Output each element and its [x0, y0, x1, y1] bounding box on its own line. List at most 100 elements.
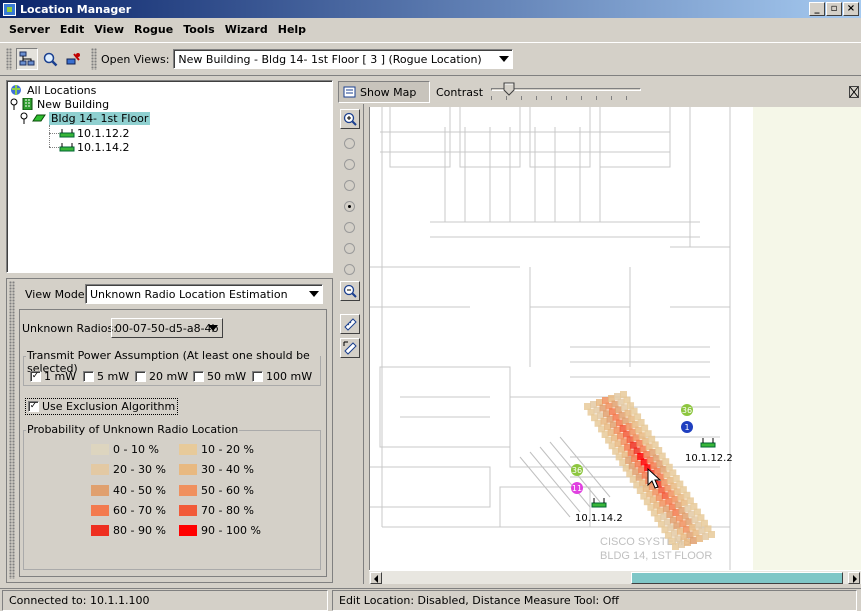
zoom-level-radio[interactable] [344, 180, 355, 191]
zoom-level-radio[interactable] [344, 222, 355, 233]
menu-wizard[interactable]: Wizard [220, 21, 273, 38]
zoom-in-button[interactable] [340, 109, 360, 129]
menu-tools[interactable]: Tools [178, 21, 219, 38]
legend-label: 50 - 60 % [201, 484, 254, 497]
search-button[interactable] [39, 48, 61, 70]
rogue-marker[interactable]: 36 [681, 404, 693, 416]
checkbox[interactable] [135, 371, 146, 382]
tree-node-building[interactable]: New Building [10, 97, 109, 111]
power-label: 100 mW [266, 370, 313, 383]
status-bar: Connected to: 10.1.1.100 Edit Location: … [0, 588, 861, 611]
menu-edit[interactable]: Edit [55, 21, 89, 38]
measure-tool-button[interactable] [340, 314, 360, 334]
legend-label: 30 - 40 % [201, 463, 254, 476]
zoom-level-radio[interactable] [344, 243, 355, 254]
toolbar: Open Views: New Building - Bldg 14- 1st … [0, 42, 861, 76]
scroll-left-button[interactable] [370, 572, 382, 584]
probability-legend-title: Probability of Unknown Radio Location [26, 423, 240, 436]
zoom-level-radio[interactable] [344, 201, 355, 212]
legend-label: 70 - 80 % [201, 504, 254, 517]
ruler-icon [344, 318, 357, 331]
map-watermark-line: BLDG 14, 1ST FLOOR [600, 550, 712, 562]
zoom-level-radio[interactable] [344, 159, 355, 170]
svg-text:11: 11 [572, 484, 582, 493]
location-tree: All Locations New Building Bldg 14- 1st … [6, 80, 333, 273]
tree-node-all-locations[interactable]: All Locations [10, 83, 96, 97]
power-option-5mw[interactable]: 5 mW [83, 370, 129, 383]
tree-node-floor[interactable]: Bldg 14- 1st Floor [20, 111, 151, 125]
checkbox[interactable] [83, 371, 94, 382]
legend-label: 90 - 100 % [201, 524, 261, 537]
power-label: 50 mW [207, 370, 247, 383]
unknown-radios-select[interactable]: 00-07-50-d5-a8-4b [111, 318, 223, 338]
view-mode-select[interactable]: Unknown Radio Location Estimation [85, 284, 323, 304]
open-views-select[interactable]: New Building - Bldg 14- 1st Floor [ 3 ] … [173, 49, 514, 69]
search-icon [43, 52, 58, 67]
rogue-marker[interactable]: 36 [571, 464, 583, 476]
svg-text:36: 36 [572, 466, 582, 475]
tree-node-ap[interactable]: 10.1.14.2 [59, 140, 129, 154]
toolbar-grip-2[interactable] [91, 48, 97, 70]
slider-thumb-icon[interactable] [503, 82, 515, 96]
menu-view[interactable]: View [89, 21, 129, 38]
floor-plan: CISCO SYSTEMS BLDG 14, 1ST FLOOR 36 1 36… [370, 107, 861, 570]
ap-label: 10.1.14.2 [575, 513, 623, 524]
network-view-button[interactable] [16, 48, 38, 70]
show-map-button[interactable]: Show Map [338, 81, 430, 103]
legend-item: 90 - 100 % [179, 524, 261, 537]
tree-node-ap[interactable]: 10.1.12.2 [59, 126, 129, 140]
use-exclusion-checkbox[interactable]: ✓ Use Exclusion Algorithm [25, 398, 179, 415]
checkbox[interactable] [193, 371, 204, 382]
menu-rogue[interactable]: Rogue [129, 21, 178, 38]
rogue-marker[interactable]: 1 [681, 421, 693, 433]
arrow-left-icon [374, 575, 378, 583]
legend-item: 40 - 50 % [91, 484, 166, 497]
legend-label: 80 - 90 % [113, 524, 166, 537]
heatmap-cell [690, 537, 697, 544]
close-button[interactable]: × [843, 2, 859, 16]
power-option-1mw[interactable]: ✓ 1 mW [30, 370, 76, 383]
measure-distance-button[interactable] [340, 338, 360, 358]
zoom-level-radio[interactable] [344, 264, 355, 275]
power-option-50mw[interactable]: 50 mW [193, 370, 246, 383]
zoom-out-button[interactable] [340, 281, 360, 301]
maximize-button[interactable]: ▫ [826, 2, 842, 16]
svg-text:36: 36 [682, 406, 692, 415]
menu-server[interactable]: Server [4, 21, 55, 38]
legend-swatch [179, 444, 197, 455]
legend-swatch [179, 485, 197, 496]
tree-label: 10.1.12.2 [77, 126, 130, 140]
toolbar-grip[interactable] [6, 48, 12, 70]
panel-grip[interactable] [9, 281, 15, 579]
minimize-button[interactable]: _ [809, 2, 825, 16]
menu-help[interactable]: Help [273, 21, 311, 38]
checkbox-checked[interactable]: ✓ [30, 371, 41, 382]
zoom-level-radio[interactable] [344, 138, 355, 149]
access-point-icon [59, 143, 75, 152]
map-horizontal-scrollbar[interactable] [369, 570, 861, 584]
scroll-right-button[interactable] [848, 572, 860, 584]
heatmap-cell [702, 533, 709, 540]
zoom-out-icon [343, 284, 357, 298]
legend-item: 60 - 70 % [91, 504, 166, 517]
open-views-label: Open Views: [101, 52, 170, 66]
rogue-tool-button[interactable] [62, 48, 84, 70]
scroll-thumb[interactable] [631, 572, 843, 584]
legend-label: 0 - 10 % [113, 443, 159, 456]
rogue-marker[interactable]: 11 [571, 482, 583, 494]
power-label: 5 mW [97, 370, 130, 383]
heatmap-cell [708, 531, 715, 538]
checkbox[interactable] [252, 371, 263, 382]
contrast-slider[interactable] [487, 81, 647, 103]
legend-item: 0 - 10 % [91, 443, 159, 456]
checkbox-checked[interactable]: ✓ [28, 401, 39, 412]
power-option-100mw[interactable]: 100 mW [252, 370, 312, 383]
collapse-icon[interactable] [849, 86, 859, 98]
legend-swatch [179, 525, 197, 536]
power-option-20mw[interactable]: 20 mW [135, 370, 188, 383]
globe-icon [11, 85, 21, 95]
legend-label: 60 - 70 % [113, 504, 166, 517]
floor-map[interactable]: CISCO SYSTEMS BLDG 14, 1ST FLOOR 36 1 36… [369, 107, 861, 570]
chevron-down-icon [309, 291, 319, 297]
tree-label: New Building [37, 97, 110, 111]
